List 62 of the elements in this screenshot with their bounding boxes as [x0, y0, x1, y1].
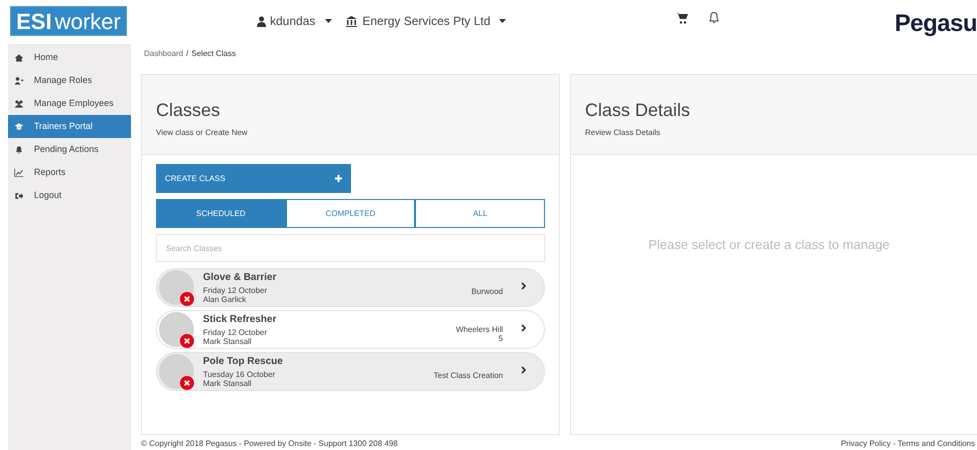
chevron-right-icon	[521, 282, 526, 290]
trainer-name: Mark Stansall	[203, 378, 252, 388]
trainer-name: Alan Garlick	[203, 294, 248, 304]
search-field[interactable]: Search Classes	[156, 234, 545, 262]
class-date: Tuesday 16 October	[203, 370, 276, 378]
remove-icon[interactable]	[180, 376, 194, 390]
class-location: Burwood	[471, 287, 503, 296]
class-date: Friday 12 October	[203, 328, 268, 336]
users-icon	[14, 98, 24, 108]
create-class-button[interactable]: CREATE CLASS	[156, 164, 351, 193]
brand-logo: Pegasu	[894, 10, 977, 37]
class-name: Stick Refresher	[203, 314, 276, 326]
remove-icon[interactable]	[180, 292, 194, 306]
sidebar-item[interactable]: Reports	[8, 161, 131, 184]
class-date: Friday 12 October	[203, 286, 268, 294]
graduation-cap-icon	[14, 122, 24, 132]
empty-message: Please select or create a class to manage	[648, 236, 890, 254]
company-menu[interactable]: Energy Services Pty Ltd	[346, 12, 506, 30]
class-name: Pole Top Rescue	[203, 356, 283, 368]
sidebar-item[interactable]: Manage Roles	[8, 69, 131, 92]
chevron-right-icon	[521, 366, 526, 374]
home-icon	[14, 52, 24, 62]
chevron-right-icon	[521, 324, 526, 332]
class-row[interactable]: Glove & Barrier Friday 12 October Alan Garlick Burwood	[156, 268, 545, 307]
caret-icon	[325, 19, 332, 23]
filter-tab[interactable]: COMPLETED	[286, 199, 416, 228]
filter-tab[interactable]: ALL	[415, 199, 546, 228]
breadcrumb-link[interactable]: Dashboard	[144, 48, 184, 60]
caret-icon	[499, 19, 506, 23]
bank-icon	[346, 16, 358, 26]
user-icon	[257, 16, 266, 26]
user-plus-icon	[14, 76, 24, 86]
bell-icon	[14, 144, 24, 154]
panel-subtitle: Review Class Details	[585, 127, 662, 139]
class-name: Glove & Barrier	[203, 272, 276, 284]
panel-title: Class Details	[585, 99, 692, 121]
line-chart-icon	[14, 168, 24, 178]
class-count: 5	[498, 334, 503, 342]
logo: ESIworker	[10, 6, 127, 36]
panel-subtitle: View class or Create New	[156, 127, 248, 139]
class-row[interactable]: Pole Top Rescue Tuesday 16 October Mark Stansall Test Class Creation	[156, 352, 545, 391]
panel-title: Classes	[156, 99, 222, 121]
sidebar-item[interactable]: Pending Actions	[8, 138, 131, 161]
trainer-name: Mark Stansall	[203, 336, 252, 346]
class-location: Wheelers Hill	[456, 324, 503, 334]
remove-icon[interactable]	[180, 334, 194, 348]
sidebar-item[interactable]: Trainers Portal	[8, 115, 131, 138]
sidebar-item[interactable]: Home	[8, 46, 131, 69]
logout-icon	[14, 190, 24, 200]
bell-icon[interactable]	[708, 10, 720, 24]
sidebar-item[interactable]: Logout	[8, 184, 131, 207]
footer-links[interactable]: Privacy Policy - Terms and Conditions	[840, 438, 975, 450]
breadcrumb-separator: /	[186, 48, 188, 60]
class-location: Test Class Creation	[434, 371, 503, 380]
class-row[interactable]: Stick Refresher Friday 12 October Mark Stansall Wheelers Hill 5	[156, 310, 545, 349]
plus-icon	[335, 175, 342, 182]
sidebar-item[interactable]: Manage Employees	[8, 92, 131, 115]
copyright-text: © Copyright 2018 Pegasus - Powered by Onsite - Support 1300 208 498	[141, 438, 398, 450]
breadcrumb-current: Select Class	[191, 48, 236, 60]
cart-icon[interactable]	[676, 12, 688, 24]
filter-tab[interactable]: SCHEDULED	[156, 199, 286, 228]
user-menu[interactable]: kdundas	[257, 12, 332, 30]
